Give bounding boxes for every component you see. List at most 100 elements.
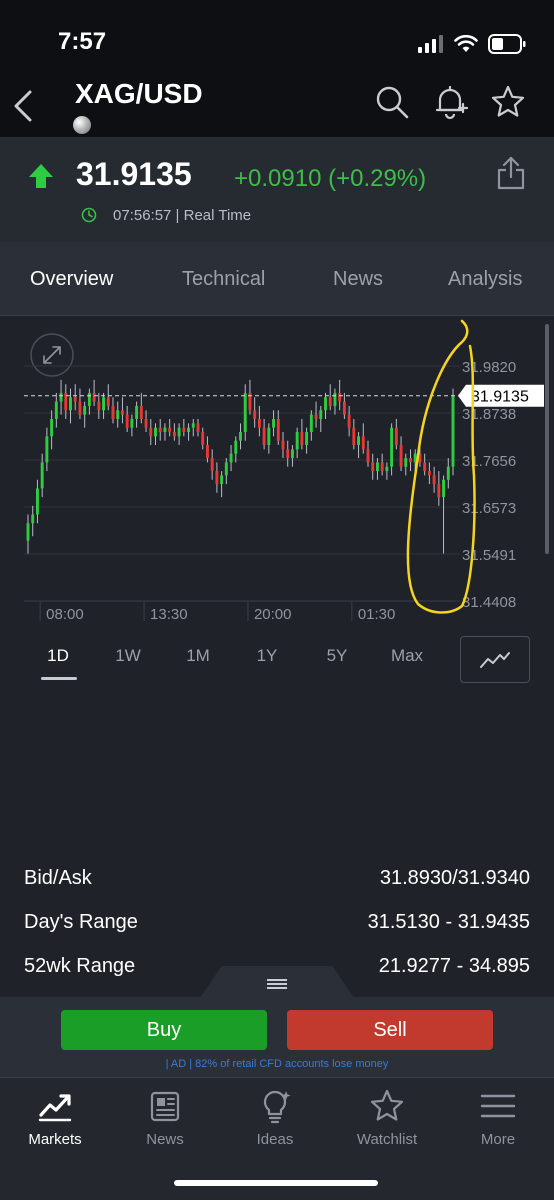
- range-1m[interactable]: 1M: [173, 646, 223, 666]
- candle-body: [239, 432, 242, 441]
- candle-body: [262, 427, 266, 446]
- candle-body: [234, 440, 238, 454]
- candle-body: [40, 462, 44, 489]
- candle-body: [309, 414, 313, 433]
- line-chart-icon: [480, 651, 510, 668]
- range-selector: 1D 1W 1M 1Y 5Y Max: [0, 636, 554, 690]
- candle-body: [380, 462, 384, 472]
- status-bar: 7:57: [0, 0, 554, 70]
- candle-body: [276, 418, 280, 441]
- candle-body: [87, 392, 91, 406]
- quote-timestamp: 07:56:57 | Real Time: [113, 207, 252, 224]
- candle-body: [201, 432, 205, 446]
- chart-scrollbar[interactable]: [545, 324, 549, 554]
- candle-body: [139, 405, 143, 419]
- candle-body: [253, 410, 257, 419]
- candle-body: [172, 432, 176, 437]
- stat-value: 21.9277 - 34.895: [378, 955, 530, 977]
- range-1w[interactable]: 1W: [103, 646, 153, 666]
- nav-label: Ideas: [256, 1131, 294, 1148]
- candle-body: [399, 445, 403, 467]
- tab-overview[interactable]: Overview: [30, 242, 113, 316]
- candle-body: [83, 405, 87, 415]
- candle-body: [205, 445, 209, 459]
- instrument-header: XAG/USD: [0, 70, 554, 138]
- range-5y[interactable]: 5Y: [312, 646, 362, 666]
- nav-label: Watchlist: [356, 1131, 418, 1148]
- share-icon[interactable]: [496, 156, 526, 190]
- candle-body: [295, 432, 299, 450]
- status-icons: [418, 32, 526, 56]
- candle-body: [154, 427, 157, 437]
- candle-body: [149, 427, 153, 437]
- price-change: +0.0910 (+0.29%): [234, 165, 427, 192]
- candle-body: [135, 405, 139, 419]
- candle-body: [102, 397, 106, 411]
- nav-ideas[interactable]: Ideas: [220, 1078, 330, 1168]
- x-tick-label: 20:00: [254, 606, 292, 623]
- search-icon[interactable]: [374, 84, 410, 120]
- candle-body: [69, 397, 72, 411]
- cfd-risk-disclaimer[interactable]: | AD | 82% of retail CFD accounts lose m…: [0, 1058, 554, 1070]
- stat-row-days-range: Day's Range 31.5130 - 31.9435: [0, 911, 554, 951]
- y-tick-label: 31.7656: [462, 453, 516, 470]
- ideas-icon: [263, 1090, 291, 1124]
- battery-icon: [488, 34, 526, 54]
- candle-body: [26, 523, 30, 541]
- candle-body: [168, 427, 172, 433]
- candle-body: [210, 458, 214, 472]
- tab-analysis[interactable]: Analysis: [448, 242, 522, 316]
- candle-body: [342, 401, 346, 415]
- nav-label: More: [480, 1131, 516, 1148]
- current-price-label: 31.9135: [471, 389, 529, 406]
- buy-button[interactable]: Buy: [61, 1010, 267, 1050]
- candle-body: [371, 462, 375, 472]
- candle-body: [125, 414, 129, 428]
- price-chart[interactable]: 31.9820 31.8738 31.7656 31.6573 31.5491 31.44…: [0, 316, 554, 636]
- tab-news[interactable]: News: [333, 242, 383, 316]
- range-1y[interactable]: 1Y: [242, 646, 292, 666]
- candle-body: [281, 440, 285, 450]
- last-price: 31.9135: [76, 156, 192, 192]
- sell-button[interactable]: Sell: [287, 1010, 493, 1050]
- candle-body: [361, 436, 365, 450]
- y-tick-label: 31.8738: [462, 406, 516, 423]
- candle-body: [333, 392, 337, 406]
- star-watchlist-icon[interactable]: [490, 84, 526, 120]
- nav-markets[interactable]: Markets: [0, 1078, 110, 1168]
- nav-label: News: [146, 1131, 184, 1148]
- cellular-signal-icon: [418, 35, 443, 53]
- y-tick-label: 31.4408: [462, 594, 516, 611]
- x-tick-label: 01:30: [358, 606, 396, 623]
- candle-body: [319, 410, 323, 419]
- range-max[interactable]: Max: [382, 646, 432, 666]
- markets-icon: [38, 1094, 72, 1122]
- candle-body: [338, 392, 342, 402]
- add-alert-bell-icon[interactable]: [432, 84, 468, 120]
- nav-more[interactable]: More: [443, 1078, 553, 1168]
- quote-panel: 31.9135 +0.0910 (+0.29%) 07:56:57 | Real…: [0, 138, 554, 242]
- candle-body: [375, 462, 379, 472]
- chart-type-button[interactable]: [460, 636, 530, 683]
- y-tick-label: 31.6573: [462, 500, 516, 517]
- range-1d[interactable]: 1D: [33, 646, 83, 666]
- candle-body: [437, 484, 441, 498]
- stat-value: 31.8930/31.9340: [379, 867, 530, 889]
- candle-body: [390, 427, 394, 467]
- candle-body: [116, 410, 120, 419]
- y-tick-label: 31.5491: [462, 547, 516, 564]
- stat-label: Bid/Ask: [24, 867, 92, 889]
- candle-body: [54, 401, 58, 419]
- news-icon: [150, 1091, 180, 1122]
- drag-handle-icon[interactable]: [267, 978, 287, 990]
- candle-body: [31, 514, 35, 524]
- candle-body: [347, 414, 351, 428]
- expand-chart-icon[interactable]: [30, 333, 74, 377]
- candle-body: [366, 449, 370, 463]
- candle-body: [300, 432, 304, 446]
- tab-technical[interactable]: Technical: [182, 242, 265, 316]
- candle-body: [111, 405, 115, 419]
- back-chevron-icon[interactable]: [10, 88, 38, 124]
- nav-news[interactable]: News: [110, 1078, 220, 1168]
- nav-watchlist[interactable]: Watchlist: [332, 1078, 442, 1168]
